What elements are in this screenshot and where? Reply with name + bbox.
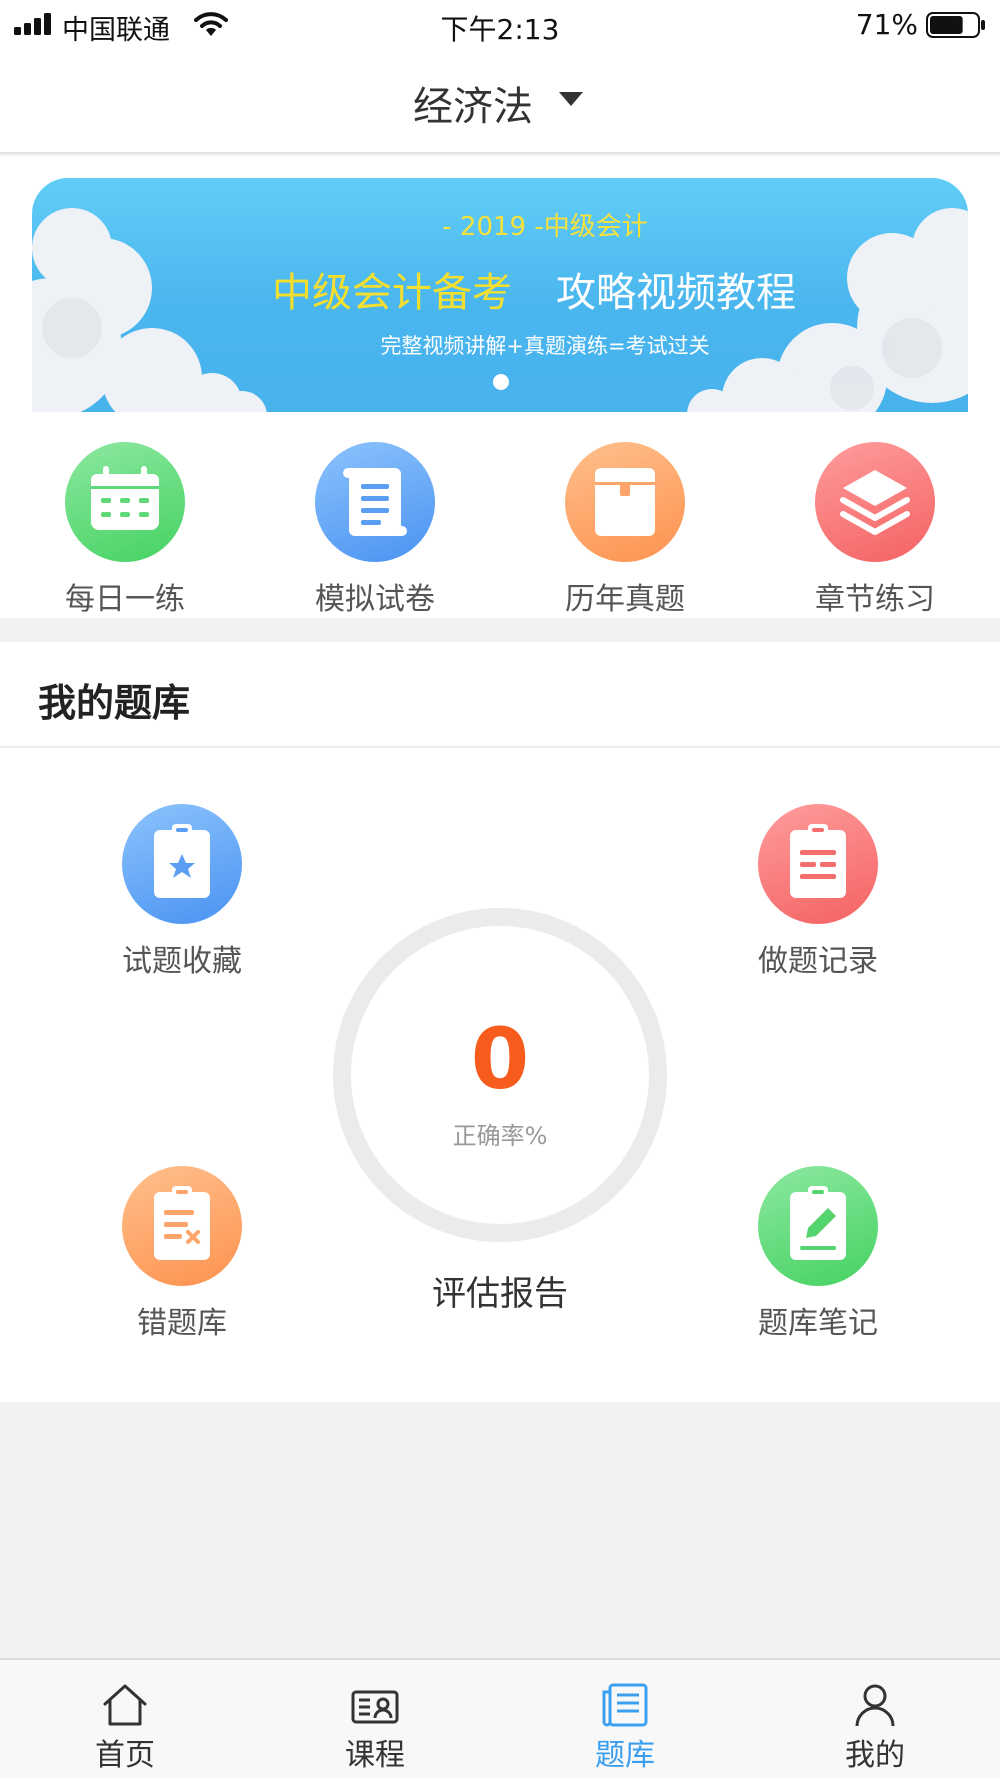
bank-item-notes[interactable]: 题库笔记 [708,1166,928,1342]
question-bank-icon [602,1683,648,1727]
archive-box-icon [565,442,685,562]
quick-nav-label: 章节练习 [815,582,935,617]
tab-question-bank[interactable]: 题库 [500,1660,750,1778]
tab-label: 首页 [95,1738,155,1773]
banner-year-line: - 2019 -中级会计 [442,212,648,242]
quick-nav-label: 每日一练 [65,582,185,617]
quick-nav-label: 模拟试卷 [315,582,435,617]
bottom-tab-bar: 首页 课程 题库 我的 [0,1658,1000,1778]
banner-title-main: 攻略视频教程 [556,270,796,316]
promo-banner[interactable]: - 2019 -中级会计 中级会计备考 攻略视频教程 完整视频讲解+真题演练=考… [32,178,968,412]
my-question-bank-section: 我的题库 试题收藏 做题记录 错题库 题库笔记 0 正确率% 评估报告 [0,642,1000,1402]
app-header: 经济法 [0,50,1000,154]
tab-label: 题库 [595,1738,655,1773]
profile-icon [855,1684,895,1727]
carousel-indicator-dot[interactable] [493,374,509,390]
course-card-icon [351,1690,399,1724]
banner-subtitle: 完整视频讲解+真题演练=考试过关 [380,334,710,358]
home-icon [103,1684,147,1726]
subject-selector[interactable]: 经济法 [413,74,587,132]
quick-nav-mock-exam[interactable]: 模拟试卷 [275,442,475,618]
section-title: 我的题库 [38,681,191,725]
quick-nav-daily-practice[interactable]: 每日一练 [25,442,225,618]
tab-profile[interactable]: 我的 [750,1660,1000,1778]
bank-item-label: 做题记录 [758,944,878,979]
assessment-report-button[interactable]: 评估报告 [333,1266,667,1315]
clipboard-list-icon [758,804,878,924]
quick-nav-chapter-practice[interactable]: 章节练习 [775,442,975,618]
bank-item-favorites[interactable]: 试题收藏 [72,804,292,980]
status-time: 下午2:13 [440,13,560,46]
calendar-icon [65,442,185,562]
clipboard-edit-icon [758,1166,878,1286]
tab-label: 我的 [845,1738,905,1773]
tab-courses[interactable]: 课程 [250,1660,500,1778]
section-divider [0,746,1000,748]
clipboard-cross-icon [122,1166,242,1286]
bank-item-records[interactable]: 做题记录 [708,804,928,980]
app-screen: 中国联通 下午2:13 71% 经济法 - 2019 -中级会计 中级会计备考 … [0,0,1000,1778]
battery-icon [926,12,985,38]
battery-percent: 71% [855,8,918,41]
accuracy-value: 0 [470,1010,530,1108]
bank-item-label: 试题收藏 [122,944,242,979]
tab-home[interactable]: 首页 [0,1660,250,1778]
quick-nav-past-exams[interactable]: 历年真题 [525,442,725,618]
tab-label: 课程 [345,1738,405,1773]
bank-item-label: 题库笔记 [758,1306,878,1341]
bank-item-label: 错题库 [137,1306,227,1341]
accuracy-caption: 正确率% [452,1122,548,1150]
bank-item-mistakes[interactable]: 错题库 [72,1166,292,1342]
status-bar: 中国联通 下午2:13 71% [0,0,1000,50]
subject-title: 经济法 [413,84,533,130]
scroll-document-icon [315,442,435,562]
caret-down-icon [559,92,583,106]
banner-title-highlight: 中级会计备考 [272,270,512,316]
clipboard-star-icon [122,804,242,924]
layers-icon [815,442,935,562]
quick-nav-label: 历年真题 [565,582,685,617]
